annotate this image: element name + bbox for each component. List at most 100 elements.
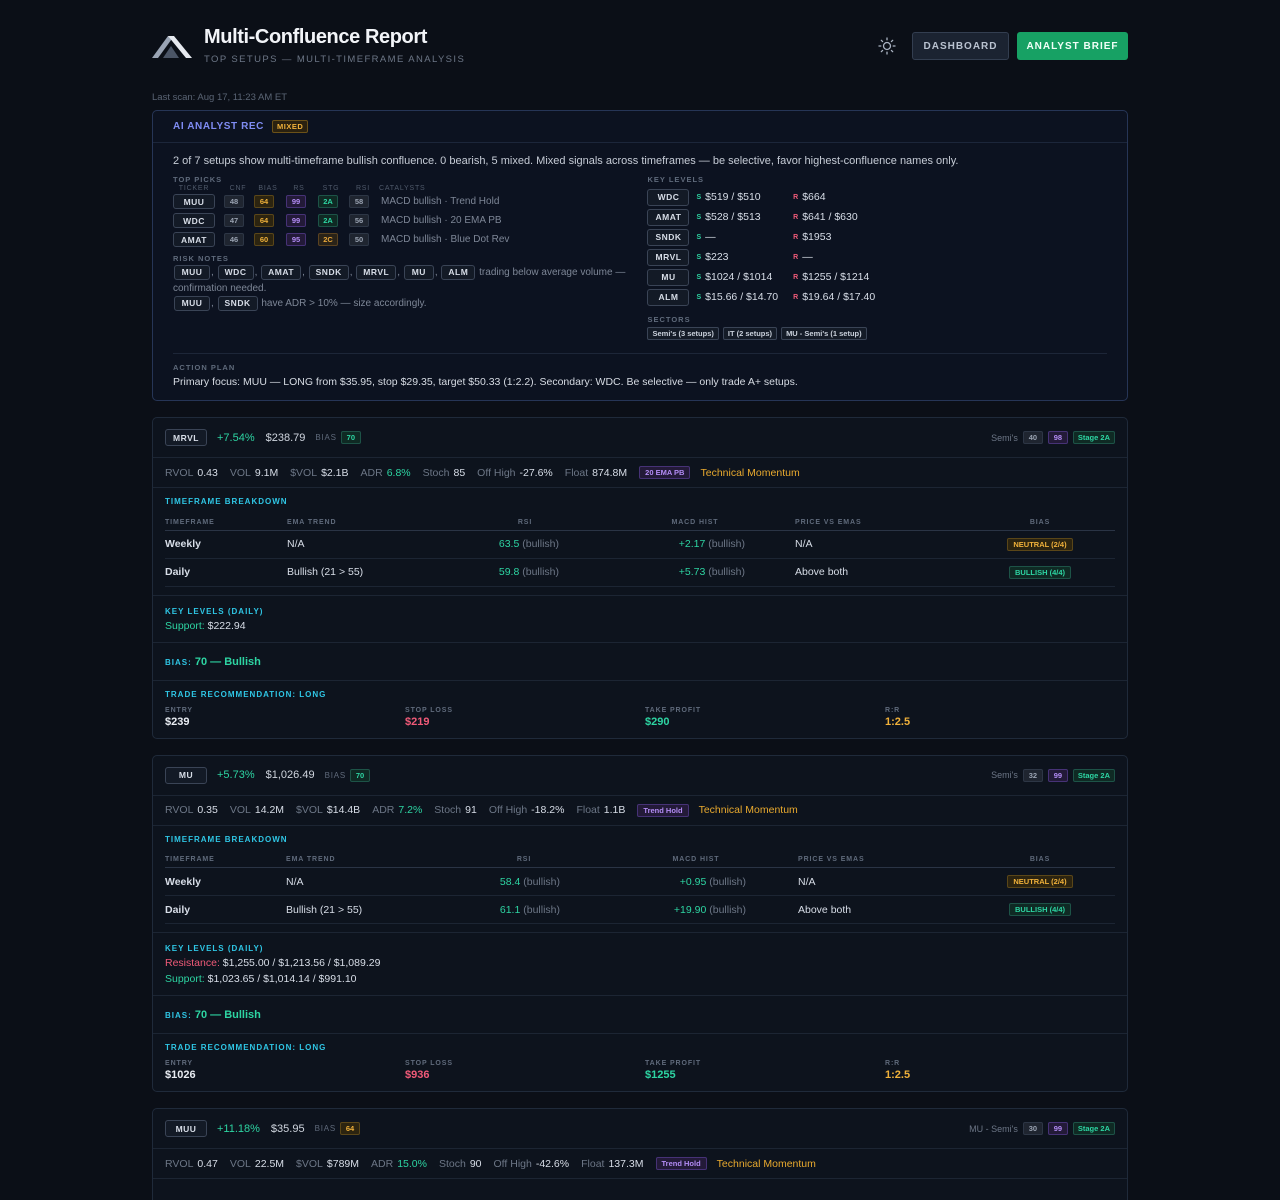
top-pick-row[interactable]: WDC 47 64 99 2A 56 MACD bullish · 20 EMA…: [173, 211, 647, 230]
ticker-chip[interactable]: MUU: [174, 265, 210, 280]
ticker-chip[interactable]: MU: [403, 265, 434, 280]
cnf-badge: 32: [1022, 768, 1043, 782]
page-header: Multi-Confluence Report TOP SETUPS — MUL…: [152, 26, 1128, 80]
rs-badge: 99: [1047, 768, 1068, 782]
ticker-chip[interactable]: WDC: [217, 265, 254, 280]
ai-summary: 2 of 7 setups show multi-timeframe bulli…: [173, 155, 959, 167]
price-change: +7.54%: [217, 431, 255, 444]
bias-summary: BIAS: 70 — Bullish: [165, 1009, 261, 1021]
key-level-row: AMAT S $528 / $513 R $641 / $630: [647, 207, 1107, 227]
bias-badge: 64: [254, 195, 274, 208]
sector-chip[interactable]: MU - Semi's (1 setup): [781, 327, 867, 340]
bias-score-badge: 70: [340, 431, 361, 444]
dashboard-button[interactable]: DASHBOARD: [912, 32, 1009, 60]
ticker-chip[interactable]: MUU: [173, 194, 215, 209]
stop-value: $219: [405, 715, 430, 728]
catalysts-text: MACD bullish · 20 EMA PB: [381, 215, 502, 226]
stage-badge: Stage 2A: [1072, 431, 1115, 444]
stock-card: MRVL +7.54% $238.79 BIAS 70 Semi's 40 98…: [152, 417, 1128, 739]
bias-badge: 64: [254, 214, 274, 227]
theme-label: Technical Momentum: [716, 1157, 816, 1170]
table-row: Weekly N/A 63.5 (bullish) +2.17 (bullish…: [165, 530, 1115, 559]
stage-badge: Stage 2A: [1072, 768, 1115, 782]
ticker-chip[interactable]: ALM: [647, 288, 690, 306]
stage-badge: 2A: [318, 195, 338, 208]
theme-label: Technical Momentum: [698, 804, 798, 816]
signal-badge: Trend Hold: [637, 803, 689, 817]
ticker-chip[interactable]: SNDK: [647, 228, 690, 246]
bias-badge: NEUTRAL (2/4): [1007, 875, 1073, 888]
resistance-levels: Resistance: $1,255.00 / $1,213.56 / $1,0…: [165, 957, 381, 969]
key-levels-list: WDC S $519 / $510 R $664 AMAT S $528 / $513 R $6…: [647, 187, 1107, 307]
theme-label: Technical Momentum: [700, 466, 800, 479]
entry-value: $1026: [165, 1069, 196, 1081]
ticker-chip[interactable]: AMAT: [647, 208, 690, 226]
ticker-chip[interactable]: WDC: [173, 213, 215, 228]
ai-analyst-card: AI ANALYST REC MIXED 2 of 7 setups show …: [152, 110, 1128, 401]
cnf-badge: 46: [224, 233, 244, 246]
top-pick-row[interactable]: AMAT 46 60 95 2C 50 MACD bullish · Blue …: [173, 230, 647, 249]
stage-badge: 2A: [318, 214, 338, 227]
stage-badge: 2C: [318, 233, 338, 246]
stock-price: $35.95: [270, 1122, 305, 1135]
timeframe-table: TIMEFRAME EMA TREND RSI MACD HIST PRICE …: [165, 515, 1115, 587]
theme-toggle-sun-icon[interactable]: [878, 37, 896, 55]
cnf-badge: 40: [1022, 431, 1043, 444]
key-levels-label: KEY LEVELS: [647, 175, 705, 184]
ai-analyst-title: AI ANALYST REC: [173, 121, 265, 132]
cnf-badge: 30: [1022, 1122, 1043, 1135]
stock-card: MU +5.73% $1,026.49 BIAS 70 Semi's 32 99…: [152, 754, 1128, 1092]
sectors-list: Semi's (3 setups) IT (2 setups) MU - Semi'…: [647, 327, 1107, 340]
catalysts-text: MACD bullish · Blue Dot Rev: [381, 234, 510, 245]
stock-ticker[interactable]: MUU: [165, 1120, 207, 1137]
ticker-chip[interactable]: WDC: [647, 188, 690, 206]
stock-ticker[interactable]: MRVL: [165, 429, 207, 446]
sector-chip[interactable]: IT (2 setups): [722, 327, 778, 340]
ticker-chip[interactable]: ALM: [441, 265, 476, 280]
stats-row: RVOL 0.35 VOL 14.2M $VOL $14.4B ADR 7.2% Sto…: [153, 796, 1127, 826]
stock-price: $238.79: [265, 431, 306, 444]
risk-notes-label: RISK NOTES: [173, 254, 229, 263]
rsi-badge: 56: [349, 214, 369, 227]
risk-reward-value: 1:2.5: [885, 715, 911, 728]
page-subtitle: TOP SETUPS — MULTI-TIMEFRAME ANALYSIS: [204, 54, 466, 65]
stop-value: $936: [405, 1069, 430, 1081]
bias-label: BIAS: [324, 770, 346, 780]
sector-chip[interactable]: Semi's (3 setups): [647, 327, 719, 340]
entry-value: $239: [165, 715, 190, 728]
stats-row: RVOL 0.43 VOL 9.1M $VOL $2.1B ADR 6.8% Stoch…: [153, 458, 1127, 488]
analyst-brief-button[interactable]: ANALYST BRIEF: [1017, 32, 1128, 60]
page-title: Multi-Confluence Report: [204, 26, 428, 48]
rs-badge: 95: [286, 233, 306, 246]
key-levels-daily-title: KEY LEVELS (DAILY): [165, 606, 264, 616]
cnf-badge: 48: [224, 195, 244, 208]
key-level-row: SNDK S — R $1953: [647, 227, 1107, 247]
action-plan-label: ACTION PLAN: [173, 363, 236, 372]
rs-badge: 99: [286, 195, 306, 208]
take-profit-value: $1255: [645, 1069, 676, 1081]
stock-ticker[interactable]: MU: [165, 766, 207, 784]
table-row: Daily Bullish (21 > 55) 61.1 (bullish) +…: [165, 895, 1115, 924]
ticker-chip[interactable]: MRVL: [647, 248, 690, 266]
rsi-badge: 58: [349, 195, 369, 208]
bias-label: BIAS: [314, 1124, 337, 1133]
top-pick-row[interactable]: MUU 48 64 99 2A 58 MACD bullish · Trend …: [173, 192, 647, 211]
ticker-chip[interactable]: MUU: [174, 296, 210, 312]
support-levels: Support: $1,023.65 / $1,014.14 / $991.10: [165, 973, 357, 985]
bias-summary: BIAS: 70 — Bullish: [165, 655, 261, 668]
ticker-chip[interactable]: SNDK: [217, 296, 258, 312]
ticker-chip[interactable]: SNDK: [308, 265, 349, 280]
risk-note-2-text: have ADR > 10% — size accordingly.: [261, 298, 427, 310]
bias-badge: 60: [254, 233, 274, 246]
bias-score-badge: 64: [340, 1122, 361, 1135]
ticker-chip[interactable]: AMAT: [173, 232, 215, 247]
ticker-chip[interactable]: AMAT: [261, 265, 302, 280]
cnf-badge: 47: [224, 214, 244, 227]
bias-score-badge: 70: [350, 768, 370, 782]
risk-reward-value: 1:2.5: [885, 1069, 911, 1081]
top-picks-header: TICKER CNF BIAS RS STG RSI CATALYSTS: [178, 185, 426, 192]
key-level-row: MU S $1024 / $1014 R $1255 / $1214: [647, 267, 1107, 287]
ticker-chip[interactable]: MU: [647, 268, 690, 286]
ticker-chip[interactable]: MRVL: [356, 265, 397, 280]
timeframe-breakdown-title: TIMEFRAME BREAKDOWN: [165, 834, 288, 844]
